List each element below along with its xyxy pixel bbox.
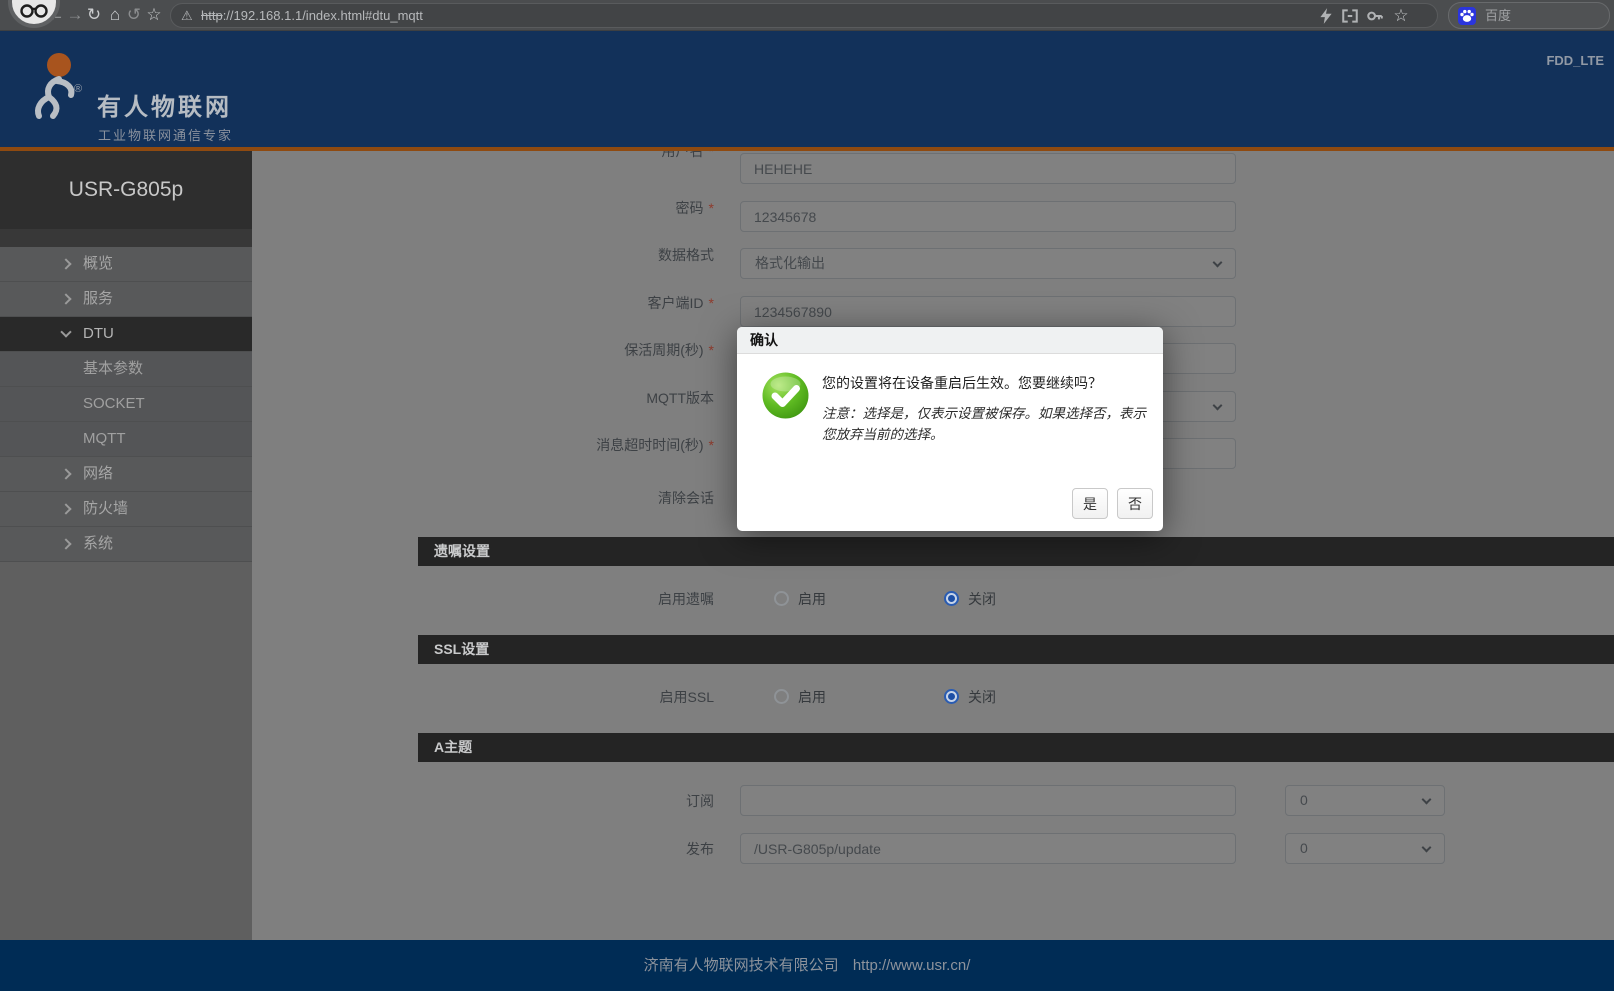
url-text[interactable]: http://192.168.1.1/index.html#dtu_mqtt — [201, 4, 423, 27]
not-secure-warning-icon[interactable]: ⚠ — [181, 4, 193, 27]
dialog-titlebar: 确认 — [737, 327, 1163, 354]
bookmark-page-star-icon[interactable]: ☆ — [1389, 1, 1413, 32]
address-bar[interactable]: ⚠ http://192.168.1.1/index.html#dtu_mqtt… — [170, 3, 1438, 28]
confirm-dialog: 确认 您的设置将在设备重启后生效。您要继续吗？ 注意：选择是，仅表示设置被保存。… — [737, 327, 1163, 531]
lightning-extension-icon[interactable] — [1317, 7, 1335, 25]
dialog-note: 注意：选择是，仅表示设置被保存。如果选择否，表示 您放弃当前的选择。 — [822, 403, 1156, 445]
browser-toolbar: ← → ↻ ⌂ ↺ ☆ ⚠ http://192.168.1.1/index.h… — [0, 0, 1614, 31]
baidu-search-box[interactable]: 百度 — [1448, 2, 1610, 29]
glasses-icon — [17, 3, 51, 19]
baidu-logo-icon — [1458, 7, 1476, 25]
dialog-buttons: 是 否 — [1072, 488, 1153, 519]
success-check-icon — [762, 372, 809, 419]
no-button[interactable]: 否 — [1117, 488, 1153, 519]
bookmark-star-icon[interactable]: ☆ — [142, 0, 166, 31]
fullscreen-bracket-icon[interactable] — [1341, 7, 1359, 25]
url-scheme: http — [201, 8, 223, 23]
url-rest: ://192.168.1.1/index.html#dtu_mqtt — [223, 8, 423, 23]
baidu-search-label: 百度 — [1485, 3, 1511, 28]
dialog-message: 您的设置将在设备重启后生效。您要继续吗？ — [822, 373, 1154, 393]
dialog-note-line: 您放弃当前的选择。 — [822, 424, 1156, 445]
dialog-note-line: 注意：选择是，仅表示设置被保存。如果选择否，表示 — [822, 403, 1156, 424]
key-icon[interactable] — [1366, 7, 1384, 25]
yes-button[interactable]: 是 — [1072, 488, 1108, 519]
